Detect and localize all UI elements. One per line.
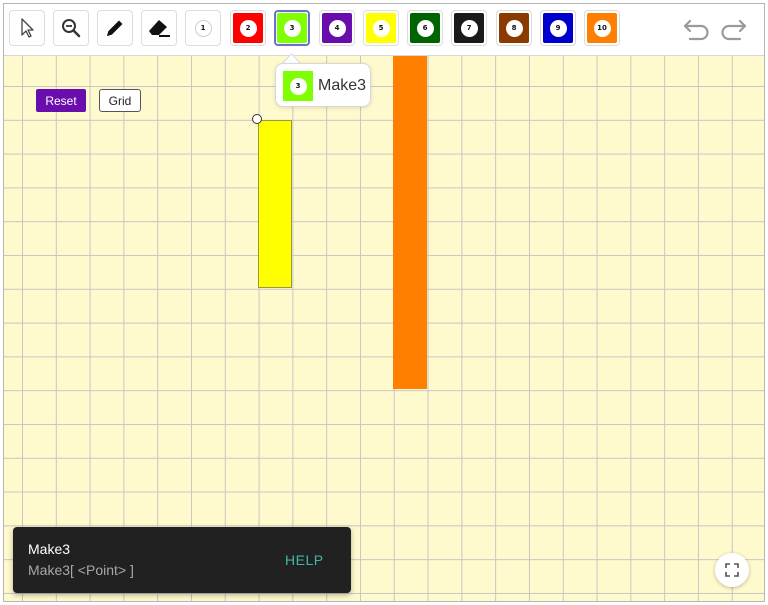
make6-tool-button[interactable]: 6 <box>407 10 443 46</box>
make3-swatch: 3 <box>277 13 307 43</box>
make4-tool-button[interactable]: 4 <box>319 10 355 46</box>
make9-tool-button[interactable]: 9 <box>540 10 576 46</box>
make6-ball-icon: 6 <box>416 19 434 37</box>
tooltip-swatch: 3 <box>283 71 313 101</box>
pen-icon <box>107 20 123 36</box>
make1-swatch: 1 <box>188 13 218 43</box>
make3-tool-button[interactable]: 3 <box>274 10 310 46</box>
tooltip-ball-icon: 3 <box>289 77 307 95</box>
make2-tool-button[interactable]: 2 <box>230 10 266 46</box>
help-title: Make3 <box>28 541 71 557</box>
pen-tool-button[interactable] <box>97 10 133 46</box>
reset-button[interactable]: Reset <box>36 89 86 112</box>
make9-swatch: 9 <box>543 13 573 43</box>
redo-button[interactable] <box>718 16 748 47</box>
make7-swatch: 7 <box>454 13 484 43</box>
fullscreen-icon <box>725 563 739 577</box>
make4-swatch: 4 <box>322 13 352 43</box>
make2-ball-icon: 2 <box>239 19 257 37</box>
undo-button[interactable] <box>682 16 712 47</box>
cursor-arrow-icon <box>21 18 34 38</box>
orange-rectangle[interactable] <box>393 56 427 389</box>
applet-window: 1 2 3 4 5 6 7 8 9 10 Reset Grid 3 Make3 … <box>3 3 765 602</box>
toolbar: 1 2 3 4 5 6 7 8 9 10 <box>4 4 764 56</box>
make5-swatch: 5 <box>366 13 396 43</box>
make10-swatch: 10 <box>587 13 617 43</box>
zoom-out-tool-button[interactable] <box>53 10 89 46</box>
fullscreen-button[interactable] <box>715 553 749 587</box>
yellow-rectangle[interactable] <box>258 120 292 288</box>
make10-ball-icon: 10 <box>593 19 611 37</box>
help-syntax: Make3[ <Point> ] <box>28 562 134 578</box>
make4-ball-icon: 4 <box>328 19 346 37</box>
make2-swatch: 2 <box>233 13 263 43</box>
make3-ball-icon: 3 <box>283 19 301 37</box>
redo-icon <box>721 19 747 41</box>
make5-tool-button[interactable]: 5 <box>363 10 399 46</box>
make10-tool-button[interactable]: 10 <box>584 10 620 46</box>
make7-ball-icon: 7 <box>460 19 478 37</box>
make6-swatch: 6 <box>410 13 440 43</box>
rectangle-point-handle[interactable] <box>252 114 262 124</box>
grid-button[interactable]: Grid <box>99 89 141 112</box>
tooltip-label: Make3 <box>318 77 367 94</box>
help-button[interactable]: HELP <box>285 552 324 568</box>
undo-icon <box>683 19 709 41</box>
move-tool-button[interactable] <box>9 10 45 46</box>
make8-swatch: 8 <box>499 13 529 43</box>
tool-tooltip: 3 Make3 <box>275 63 371 107</box>
make8-tool-button[interactable]: 8 <box>496 10 532 46</box>
make5-ball-icon: 5 <box>372 19 390 37</box>
make7-tool-button[interactable]: 7 <box>451 10 487 46</box>
make1-tool-button[interactable]: 1 <box>185 10 221 46</box>
make9-ball-icon: 9 <box>549 19 567 37</box>
graphics-canvas[interactable]: Reset Grid <box>4 56 764 601</box>
make8-ball-icon: 8 <box>505 19 523 37</box>
make1-ball-icon: 1 <box>194 19 212 37</box>
zoom-out-icon <box>62 19 81 38</box>
eraser-tool-button[interactable] <box>141 10 177 46</box>
eraser-icon <box>149 20 170 37</box>
tool-help-panel: Make3 Make3[ <Point> ] HELP <box>13 527 351 593</box>
